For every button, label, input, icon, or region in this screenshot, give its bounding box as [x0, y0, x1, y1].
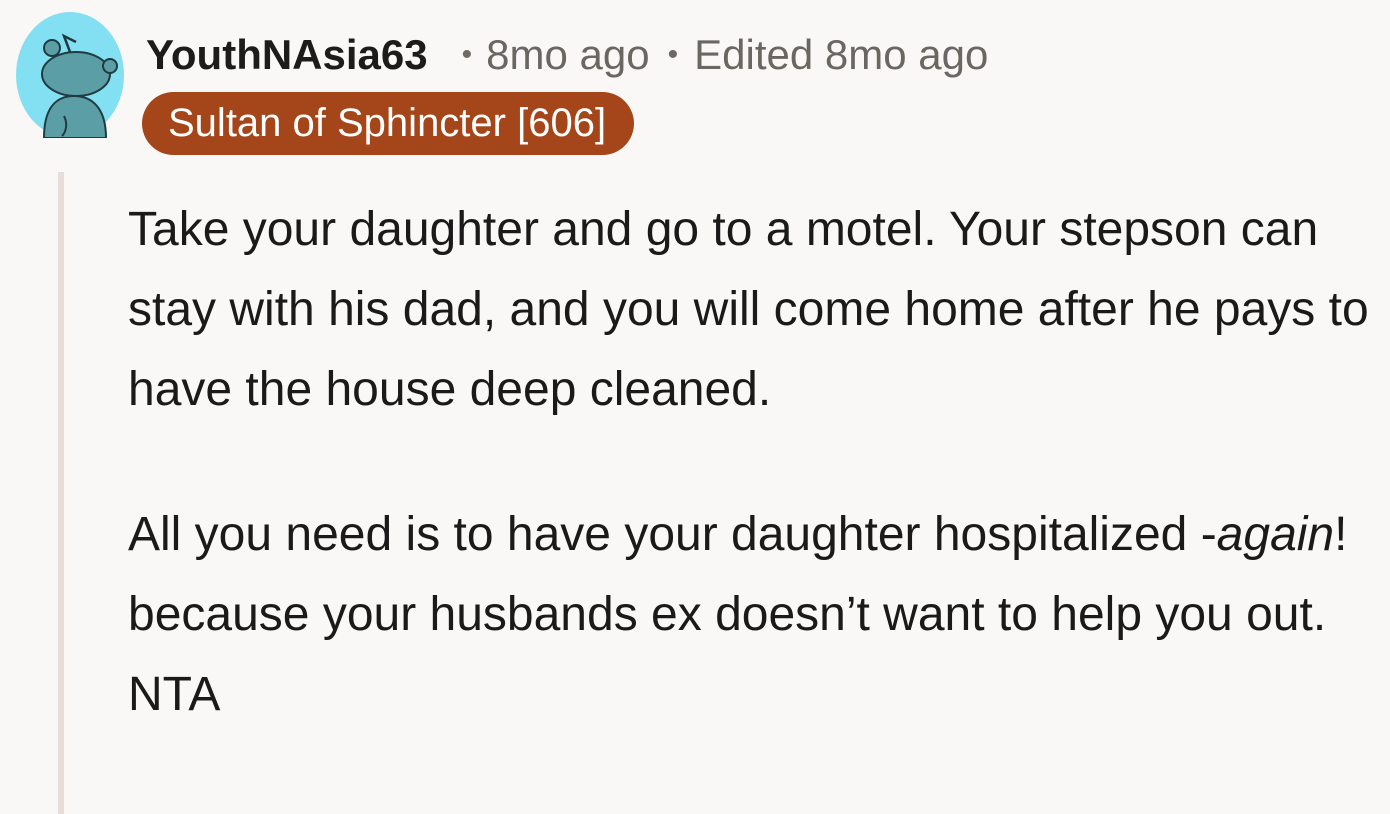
paragraph-text: All you need is to have your daughter ho… [128, 508, 1217, 561]
comment-body: Take your daughter and go to a motel. Yo… [128, 190, 1386, 735]
user-flair-badge: Sultan of Sphincter [606] [142, 92, 635, 155]
comment-paragraph: All you need is to have your daughter ho… [128, 495, 1386, 735]
emphasis-text: again [1216, 508, 1335, 561]
username-link[interactable]: YouthNAsia63 [146, 31, 428, 79]
separator-dot: • [667, 38, 679, 71]
separator-dot: • [461, 38, 473, 71]
edited-timestamp: Edited 8mo ago [694, 31, 989, 78]
comment-header: YouthNAsia63 • 8mo ago • Edited 8mo ago [146, 28, 988, 82]
user-avatar[interactable] [14, 12, 126, 138]
comment-age[interactable]: 8mo ago [486, 31, 649, 79]
thread-line[interactable] [58, 172, 64, 814]
snoo-avatar-icon [16, 12, 124, 138]
comment-paragraph: Take your daughter and go to a motel. Yo… [128, 203, 1369, 416]
